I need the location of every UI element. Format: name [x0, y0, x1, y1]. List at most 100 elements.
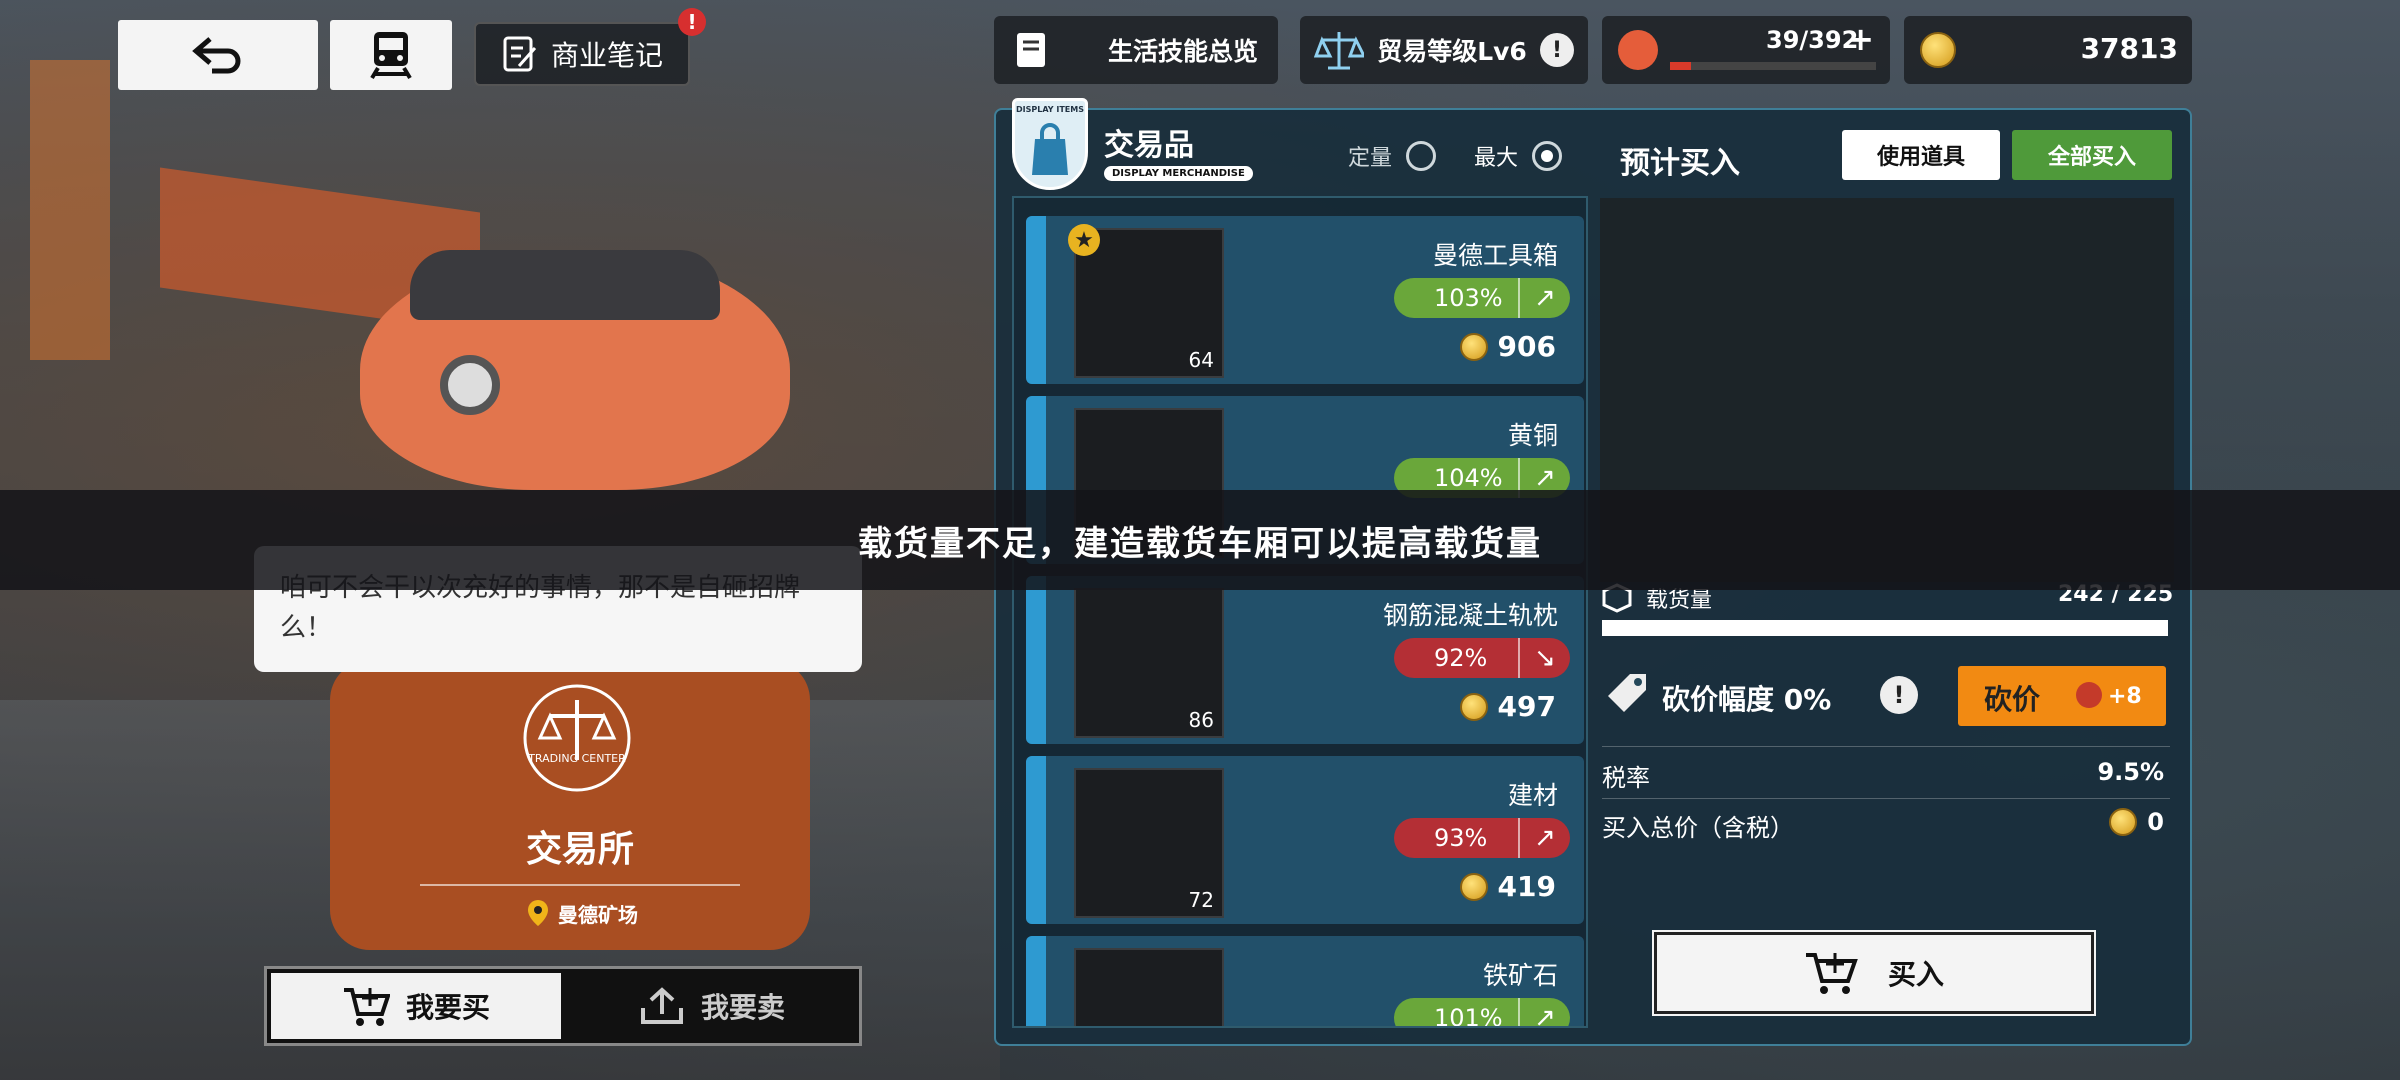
item-thumbnail: 64: [1074, 228, 1224, 378]
bargain-button-label: 砍价: [1984, 683, 2041, 716]
trade-level-label: 贸易等级Lv6: [1377, 37, 1527, 66]
emblem-text: TRADING CENTER: [528, 752, 626, 765]
item-price: 497: [1459, 690, 1556, 723]
coin-icon: [1920, 32, 1956, 68]
notes-icon: [503, 36, 537, 72]
merchandise-card[interactable]: 72 建材 93% ↗ 419: [1026, 756, 1584, 924]
fixed-quantity-label: 定量: [1348, 146, 1393, 171]
buy-button[interactable]: 买入: [1652, 930, 2096, 1016]
item-price-ratio: 101% ↗: [1394, 998, 1570, 1028]
location-tag: 曼德矿场: [526, 898, 638, 928]
sell-mode-tab[interactable]: 我要卖: [567, 973, 857, 1039]
item-name: 曼德工具箱: [1432, 241, 1558, 270]
coin-amount: 37813: [2080, 32, 2178, 65]
item-ratio-value: 101%: [1434, 1004, 1503, 1028]
trade-level-button[interactable]: 贸易等级Lv6 !: [1300, 16, 1588, 84]
expected-purchase-label: 预计买入: [1620, 146, 1740, 181]
npc-character-cap: [410, 250, 720, 320]
use-item-button[interactable]: 使用道具: [1842, 130, 2000, 180]
stamina-add-button[interactable]: +: [1847, 20, 1874, 58]
max-quantity-label: 最大: [1474, 146, 1519, 171]
divider-line: [1602, 798, 2170, 799]
coin-icon: [1459, 332, 1488, 361]
total-price-value: 0: [2147, 808, 2164, 836]
divider-line: [1602, 746, 2170, 747]
merchandise-card[interactable]: 64 ★ 曼德工具箱 103% ↗ 906: [1026, 216, 1584, 384]
item-name: 铁矿石: [1482, 961, 1558, 990]
place-divider: [420, 884, 740, 886]
card-expand-stripe[interactable]: [1026, 216, 1046, 384]
merchandise-list: 64 ★ 曼德工具箱 103% ↗ 906 黄铜 104% ↗ 86 钢筋混凝土轨枕 92% ↘ 497 7…: [1012, 196, 1588, 1028]
item-ratio-value: 104%: [1434, 464, 1503, 492]
bargain-rate-label: 砍价幅度 0%: [1662, 683, 1832, 716]
sell-mode-label: 我要卖: [700, 991, 785, 1024]
bargain-tag-icon: [1606, 670, 1650, 718]
card-expand-stripe[interactable]: [1026, 576, 1046, 744]
merchandise-card[interactable]: 铁矿石 101% ↗: [1026, 936, 1584, 1028]
item-price-value: 906: [1497, 330, 1556, 363]
trading-center-emblem: TRADING CENTER: [504, 680, 650, 800]
merchandise-card[interactable]: 86 钢筋混凝土轨枕 92% ↘ 497: [1026, 576, 1584, 744]
business-notes-button[interactable]: 商业笔记: [474, 22, 690, 86]
item-stock-qty: 86: [1188, 708, 1214, 732]
fixed-quantity-radio[interactable]: [1406, 141, 1437, 171]
bargain-info-icon[interactable]: !: [1880, 676, 1918, 714]
fixed-quantity-option[interactable]: 定量: [1348, 140, 1437, 172]
item-stock-qty: 64: [1188, 348, 1214, 372]
item-name: 建材: [1507, 781, 1558, 810]
stamina-icon: [1618, 30, 1658, 70]
cargo-bar-fill: [1604, 622, 2166, 634]
item-price: 419: [1459, 870, 1556, 903]
item-thumbnail: 72: [1074, 768, 1224, 918]
stamina-cost-icon: [2076, 682, 2102, 708]
buy-mode-tab[interactable]: 我要买: [271, 973, 561, 1039]
train-icon: [370, 32, 412, 80]
item-price-value: 419: [1497, 870, 1556, 903]
max-quantity-option[interactable]: 最大: [1474, 140, 1563, 172]
train-button[interactable]: [330, 20, 452, 90]
panel-subtitle: DISPLAY MERCHANDISE: [1104, 166, 1253, 181]
back-arrow-icon: [192, 37, 241, 74]
max-quantity-radio[interactable]: [1532, 141, 1563, 171]
coin-panel: 37813: [1904, 16, 2192, 84]
location-label: 曼德矿场: [558, 902, 638, 927]
item-price: 906: [1459, 330, 1556, 363]
upload-tray-icon: [640, 987, 683, 1024]
place-title: 交易所: [525, 829, 634, 870]
card-expand-stripe[interactable]: [1026, 936, 1046, 1026]
item-price-ratio: 92% ↘: [1394, 638, 1570, 678]
stamina-bar: [1670, 62, 1876, 70]
stamina-value: 39/392: [1766, 26, 1859, 54]
bargain-button[interactable]: 砍价 +8: [1958, 666, 2166, 726]
tax-value: 9.5%: [2097, 758, 2164, 786]
merchandise-badge: DISPLAY ITEMS: [1012, 98, 1088, 190]
card-expand-stripe[interactable]: [1026, 756, 1046, 924]
total-price: 0: [2109, 808, 2164, 836]
item-thumbnail: [1074, 948, 1224, 1026]
buy-button-label: 买入: [1887, 958, 1944, 991]
coin-icon: [1459, 692, 1488, 721]
cart-icon: [343, 988, 390, 1026]
scales-icon: [1314, 32, 1364, 70]
item-name: 黄铜: [1507, 421, 1558, 450]
trend-up-icon: ↗: [1518, 818, 1570, 858]
tax-label: 税率: [1602, 764, 1650, 792]
bargain-cost: +8: [2108, 684, 2142, 709]
back-button[interactable]: [118, 20, 318, 90]
business-notes-label: 商业笔记: [550, 39, 663, 72]
item-stock-qty: 72: [1188, 888, 1214, 912]
trade-level-info-icon[interactable]: !: [1540, 33, 1574, 67]
merchandise-badge-caption: DISPLAY ITEMS: [1016, 105, 1084, 114]
book-icon: [1017, 33, 1045, 67]
cargo-warning-toast: 载货量不足，建造载货车厢可以提高载货量: [0, 490, 2400, 590]
trend-up-icon: ↗: [1518, 278, 1570, 318]
trend-down-icon: ↘: [1518, 638, 1570, 678]
panel-title: 交易品: [1104, 128, 1194, 163]
background-sign-left: [30, 60, 110, 360]
cargo-bar: [1602, 620, 2168, 636]
stamina-panel: 39/392 +: [1602, 16, 1890, 84]
location-pin-icon: [528, 900, 548, 926]
buy-all-button[interactable]: 全部买入: [2012, 130, 2172, 180]
life-skills-button[interactable]: 生活技能总览: [994, 16, 1278, 84]
item-ratio-value: 92%: [1434, 644, 1488, 672]
